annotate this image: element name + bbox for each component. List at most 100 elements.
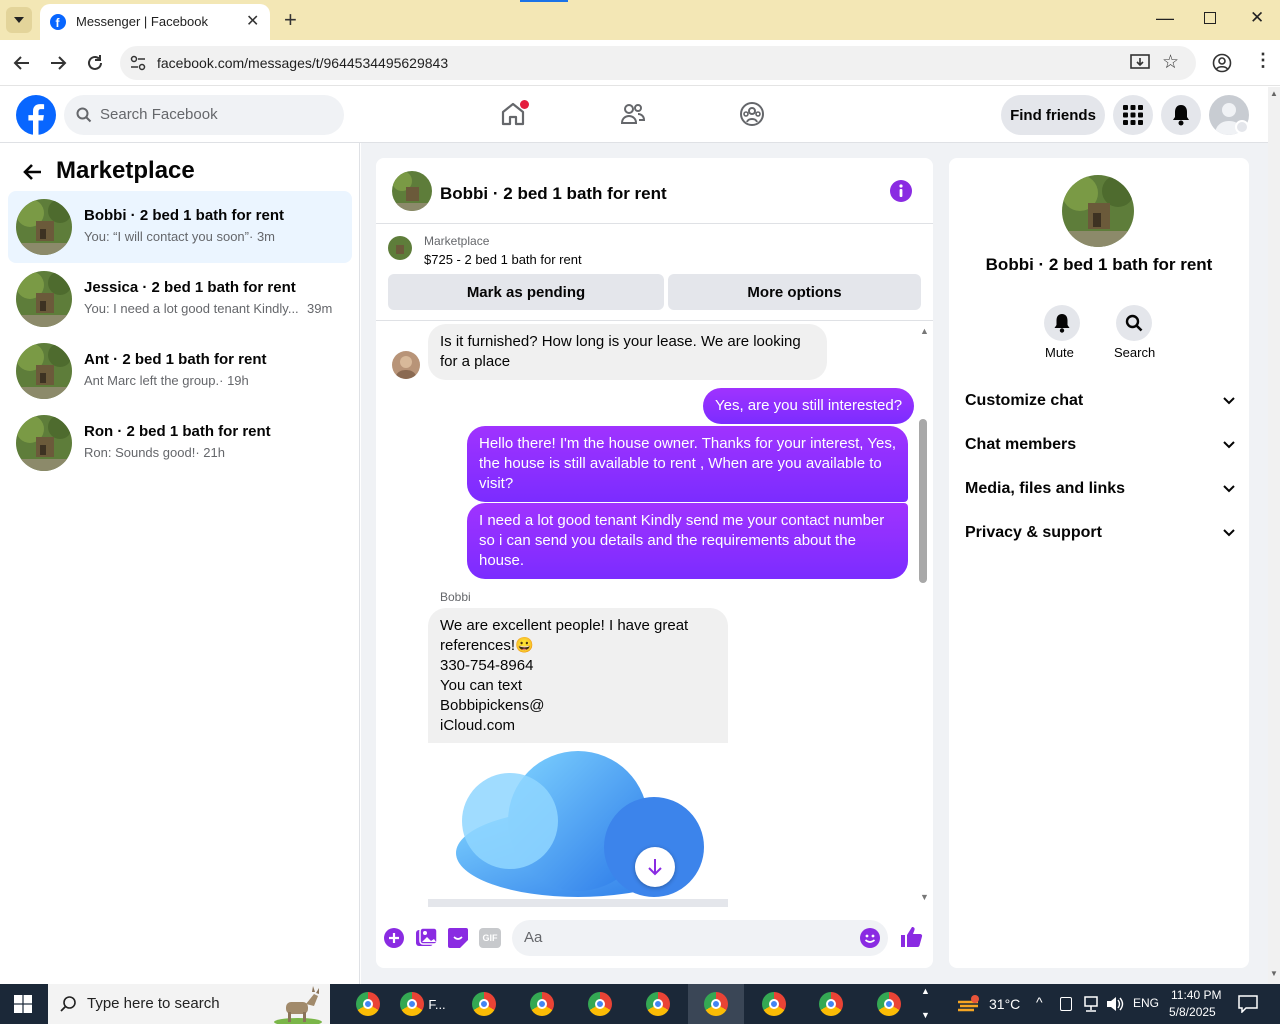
chrome-icon — [762, 992, 786, 1016]
volume-icon[interactable] — [1106, 996, 1124, 1012]
notifications-button[interactable] — [1161, 95, 1201, 135]
chrome-icon — [819, 992, 843, 1016]
tray-device-icon[interactable] — [1060, 997, 1072, 1011]
conversation-avatar — [16, 415, 72, 471]
browser-menu-icon[interactable]: ⋮ — [1254, 50, 1272, 71]
scroll-up-icon[interactable]: ▲ — [920, 326, 929, 336]
photo-icon[interactable] — [416, 928, 437, 948]
back-arrow-icon[interactable] — [22, 163, 42, 181]
browser-tab-active[interactable]: f Messenger | Facebook ✕ — [40, 4, 270, 40]
action-center-icon[interactable] — [1238, 995, 1258, 1013]
facebook-logo-icon[interactable] — [16, 95, 56, 135]
icloud-image-attachment[interactable] — [428, 743, 728, 907]
messages-scrollbar[interactable]: ▲ ▼ — [919, 326, 929, 904]
facebook-header: Search Facebook Find friends — [0, 87, 1268, 143]
taskbar-chrome-app[interactable] — [459, 984, 509, 1024]
clock-date[interactable]: 5/8/2025 — [1169, 1005, 1216, 1019]
thumbs-up-icon[interactable] — [899, 925, 923, 949]
taskbar-chrome-app[interactable] — [864, 984, 914, 1024]
window-close-icon[interactable]: ✕ — [1250, 8, 1264, 28]
gif-button[interactable]: GIF — [479, 928, 501, 948]
tab-list-button[interactable] — [6, 7, 32, 33]
forward-arrow-icon[interactable] — [50, 55, 68, 71]
taskbar-chrome-app[interactable] — [517, 984, 567, 1024]
taskbar-chrome-app[interactable] — [633, 984, 683, 1024]
taskbar-chrome-app-active[interactable] — [688, 984, 744, 1024]
taskbar-chrome-app[interactable] — [749, 984, 799, 1024]
reload-icon[interactable] — [86, 54, 104, 72]
details-name: Bobbi · 2 bed 1 bath for rent — [985, 255, 1213, 274]
conversation-item[interactable]: Ron · 2 bed 1 bath for rent Ron: Sounds … — [8, 407, 352, 479]
conversation-item[interactable]: Bobbi · 2 bed 1 bath for rent You: “I wi… — [8, 191, 352, 263]
chat-avatar[interactable] — [392, 171, 432, 211]
mute-button[interactable] — [1044, 305, 1080, 341]
listing-thumbnail[interactable] — [388, 236, 412, 260]
message-input[interactable]: Aa — [512, 920, 888, 956]
scroll-to-bottom-button[interactable] — [635, 847, 675, 887]
clock-time[interactable]: 11:40 PM — [1171, 988, 1221, 1002]
minimize-icon[interactable]: — — [1156, 8, 1174, 29]
site-info-icon[interactable] — [130, 55, 146, 71]
listing-price-title[interactable]: $725 - 2 bed 1 bath for rent — [424, 252, 582, 267]
chevron-down-icon — [1223, 485, 1235, 493]
chrome-icon — [400, 992, 425, 1016]
scroll-up-icon[interactable]: ▲ — [1270, 89, 1278, 98]
tab-title: Messenger | Facebook — [76, 14, 208, 29]
chat-members-section[interactable]: Chat members — [965, 436, 1235, 454]
taskbar-app-label: F... — [428, 996, 446, 1012]
message-outgoing: I need a lot good tenant Kindly send me … — [467, 503, 908, 579]
conversation-item[interactable]: Ant · 2 bed 1 bath for rent Ant Marc lef… — [8, 335, 352, 407]
panel-title: Marketplace — [56, 157, 195, 184]
account-chevron-icon[interactable] — [1235, 120, 1249, 134]
chrome-icon — [704, 992, 728, 1016]
groups-icon[interactable] — [739, 101, 765, 127]
find-friends-button[interactable]: Find friends — [1001, 95, 1105, 135]
back-arrow-icon[interactable] — [12, 55, 30, 71]
page-scrollbar[interactable]: ▲ ▼ — [1268, 87, 1280, 984]
weather-icon[interactable] — [956, 994, 982, 1014]
chevron-down-icon — [1223, 441, 1235, 449]
tab-close-icon[interactable]: ✕ — [246, 11, 259, 31]
restore-icon[interactable] — [1204, 12, 1216, 24]
facebook-search-input[interactable]: Search Facebook — [64, 95, 344, 135]
info-icon[interactable] — [890, 180, 912, 202]
tray-chevron-up-icon[interactable]: ^ — [1036, 994, 1043, 1010]
network-icon[interactable] — [1082, 996, 1100, 1012]
bookmark-star-icon[interactable]: ☆ — [1162, 51, 1179, 74]
address-bar[interactable]: facebook.com/messages/t/9644534495629843 — [120, 46, 1196, 80]
weather-temperature[interactable]: 31°C — [989, 996, 1020, 1012]
menu-grid-button[interactable] — [1113, 95, 1153, 135]
more-options-button[interactable]: More options — [668, 274, 921, 310]
scroll-down-icon[interactable]: ▼ — [920, 892, 929, 902]
taskbar-scroll-up-icon[interactable]: ▲ — [921, 986, 930, 996]
taskbar-chrome-app[interactable] — [343, 984, 393, 1024]
home-notification-dot — [520, 100, 529, 109]
friends-icon[interactable] — [620, 101, 646, 127]
sticker-icon[interactable] — [448, 928, 468, 948]
privacy-support-section[interactable]: Privacy & support — [965, 524, 1235, 542]
taskbar-chrome-app[interactable] — [575, 984, 625, 1024]
conversation-snippet: You: I need a lot good tenant Kindly... — [84, 301, 299, 316]
taskbar-scroll-down-icon[interactable]: ▼ — [921, 1010, 930, 1020]
plus-circle-icon[interactable] — [384, 928, 404, 948]
taskbar-chrome-app[interactable]: F... — [397, 984, 449, 1024]
scrollbar-thumb[interactable] — [919, 419, 927, 583]
conversation-snippet: You: “I will contact you soon”· 3m — [84, 229, 275, 244]
scroll-down-icon[interactable]: ▼ — [1270, 969, 1278, 978]
sender-avatar[interactable] — [392, 351, 420, 379]
conversation-item[interactable]: Jessica · 2 bed 1 bath for rent You: I n… — [8, 263, 352, 335]
windows-taskbar: Type here to search F... ▲ ▼ 31°C ^ ENG … — [0, 984, 1280, 1024]
mark-as-pending-button[interactable]: Mark as pending — [388, 274, 664, 310]
customize-chat-section[interactable]: Customize chat — [965, 392, 1235, 410]
new-tab-plus-icon[interactable]: + — [284, 7, 297, 33]
media-files-links-section[interactable]: Media, files and links — [965, 480, 1235, 498]
input-language[interactable]: ENG — [1133, 996, 1159, 1010]
chat-title[interactable]: Bobbi · 2 bed 1 bath for rent — [440, 184, 667, 204]
install-app-icon[interactable] — [1130, 54, 1150, 72]
taskbar-chrome-app[interactable] — [806, 984, 856, 1024]
profile-icon[interactable] — [1212, 53, 1232, 73]
windows-start-icon[interactable] — [14, 995, 32, 1013]
taskbar-search-box[interactable]: Type here to search — [48, 984, 330, 1024]
emoji-icon[interactable] — [860, 928, 880, 948]
search-conversation-button[interactable] — [1116, 305, 1152, 341]
